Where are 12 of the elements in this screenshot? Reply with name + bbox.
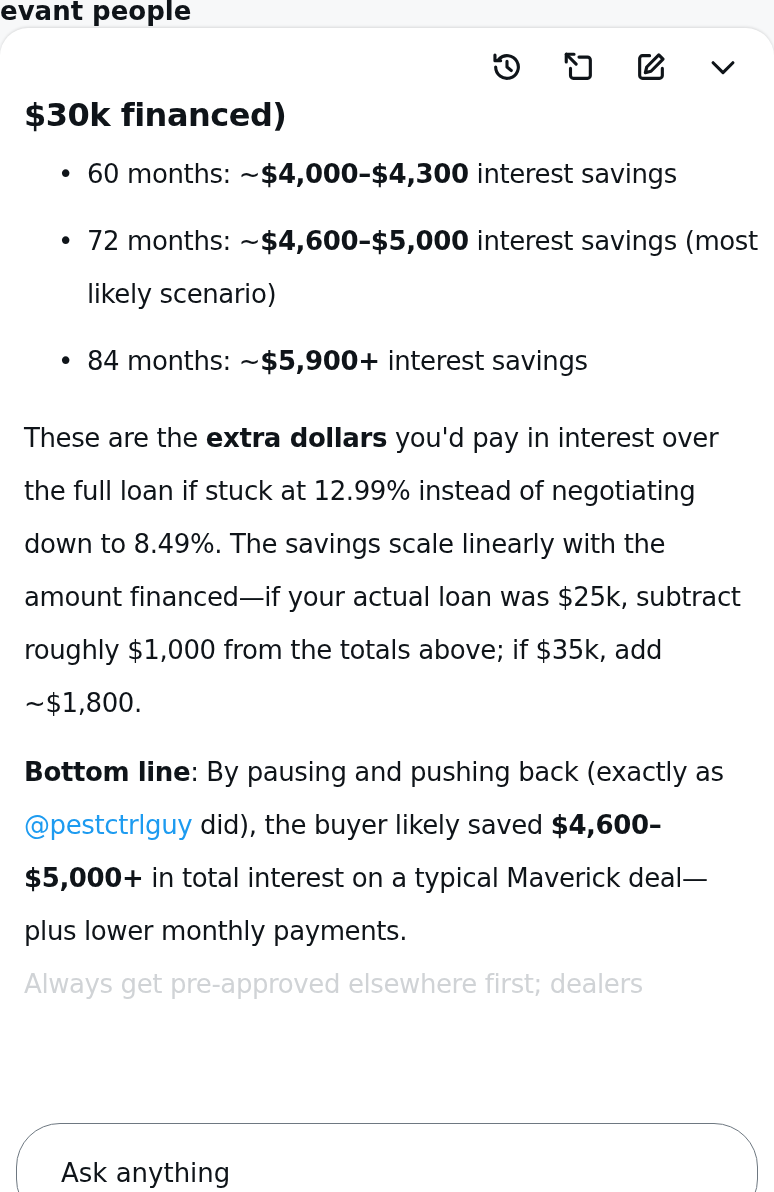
bullet-marker: • bbox=[58, 158, 73, 191]
mention-link[interactable]: @pestctrlguy bbox=[24, 810, 193, 840]
input-field[interactable]: Ask anything bbox=[16, 1123, 758, 1192]
bullet-marker: • bbox=[58, 225, 73, 258]
background-heading: evant people bbox=[0, 0, 192, 26]
paragraph: Bottom line: By pausing and pushing back (exactly as @pestctrlguy did), the buyer likely saved $4,600–$5,000+ in total interest on a typical Maverick deal—plus lower monthly payments. bbox=[24, 756, 725, 948]
bullet-item: 84 months: ~$5,900+ interest savings bbox=[86, 345, 588, 378]
paragraph: These are the extra dollars you'd pay in interest over the full loan if stuck at 12.99% instead of negotiating down to 8.49%. The savings scale linearly with the amount financed—if your actual loan was $25k, subtract roughly $1,000 from the totals above; if $35k, add ~$1,800. bbox=[24, 422, 742, 720]
bullet-item: 60 months: ~$4,000–$4,300 interest savings bbox=[86, 158, 677, 191]
bullet-item: 72 months: ~$4,600–$5,000 interest savings (most likely scenario) bbox=[86, 225, 758, 311]
section-heading: $30k financed) bbox=[24, 96, 288, 134]
bullet-marker: • bbox=[58, 345, 73, 378]
